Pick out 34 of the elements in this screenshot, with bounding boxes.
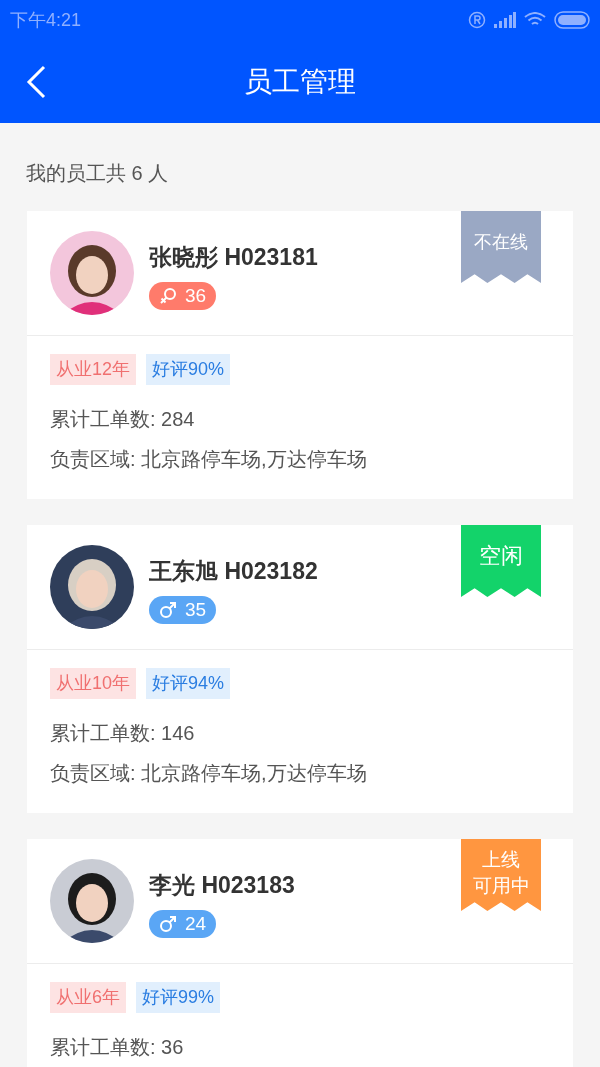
order-count: 累计工单数: 146 bbox=[50, 721, 195, 746]
employee-card[interactable]: 张晓彤 H023181 36 不在线 从业12年 好评90% 累计工单数: 284 负责区域: 北京路停车场,万达停车场 bbox=[27, 211, 573, 499]
female-icon bbox=[159, 287, 177, 305]
employee-card[interactable]: 王东旭 H023182 35 空闲 从业10年 好评94% 累计工单数: 146 负责区域: 北京路停车场,万达停车场 bbox=[27, 525, 573, 813]
tag: 好评94% bbox=[146, 668, 231, 699]
signal-icon bbox=[494, 12, 516, 28]
back-icon bbox=[26, 65, 46, 99]
gender-age-badge: 36 bbox=[149, 282, 217, 310]
tag: 好评99% bbox=[136, 982, 221, 1013]
page-title: 员工管理 bbox=[244, 64, 356, 99]
employee-name: 张晓彤 H023181 bbox=[149, 243, 318, 272]
tag: 从业6年 bbox=[50, 982, 126, 1013]
employee-name: 李光 H023183 bbox=[149, 871, 295, 900]
service-area: 负责区域: 北京路停车场,万达停车场 bbox=[50, 753, 367, 793]
status-badge: 空闲 bbox=[461, 525, 541, 597]
employee-count: 我的员工共 6 人 bbox=[25, 161, 170, 186]
registered-icon bbox=[468, 11, 486, 29]
male-icon bbox=[159, 915, 177, 933]
tag: 从业12年 bbox=[50, 354, 137, 385]
status-badge: 不在线 bbox=[461, 211, 541, 283]
gender-age-badge: 24 bbox=[149, 910, 217, 938]
status-time: 下午4:21 bbox=[10, 8, 82, 32]
employee-name: 王东旭 H023182 bbox=[149, 557, 318, 586]
status-badge: 上线 可用中 bbox=[461, 839, 541, 911]
wifi-icon bbox=[524, 12, 546, 28]
male-icon bbox=[159, 601, 177, 619]
tag: 好评90% bbox=[146, 354, 231, 385]
battery-icon bbox=[554, 11, 590, 29]
gender-age-badge: 35 bbox=[149, 596, 217, 624]
employee-card[interactable]: 李光 H023183 24 上线 可用中 从业6年 好评99% 累计工单数: 36 bbox=[27, 839, 573, 1067]
tag: 从业10年 bbox=[50, 668, 137, 699]
order-count: 累计工单数: 284 bbox=[50, 407, 195, 432]
service-area: 负责区域: 北京路停车场,万达停车场 bbox=[50, 439, 367, 479]
order-count: 累计工单数: 36 bbox=[50, 1035, 184, 1060]
